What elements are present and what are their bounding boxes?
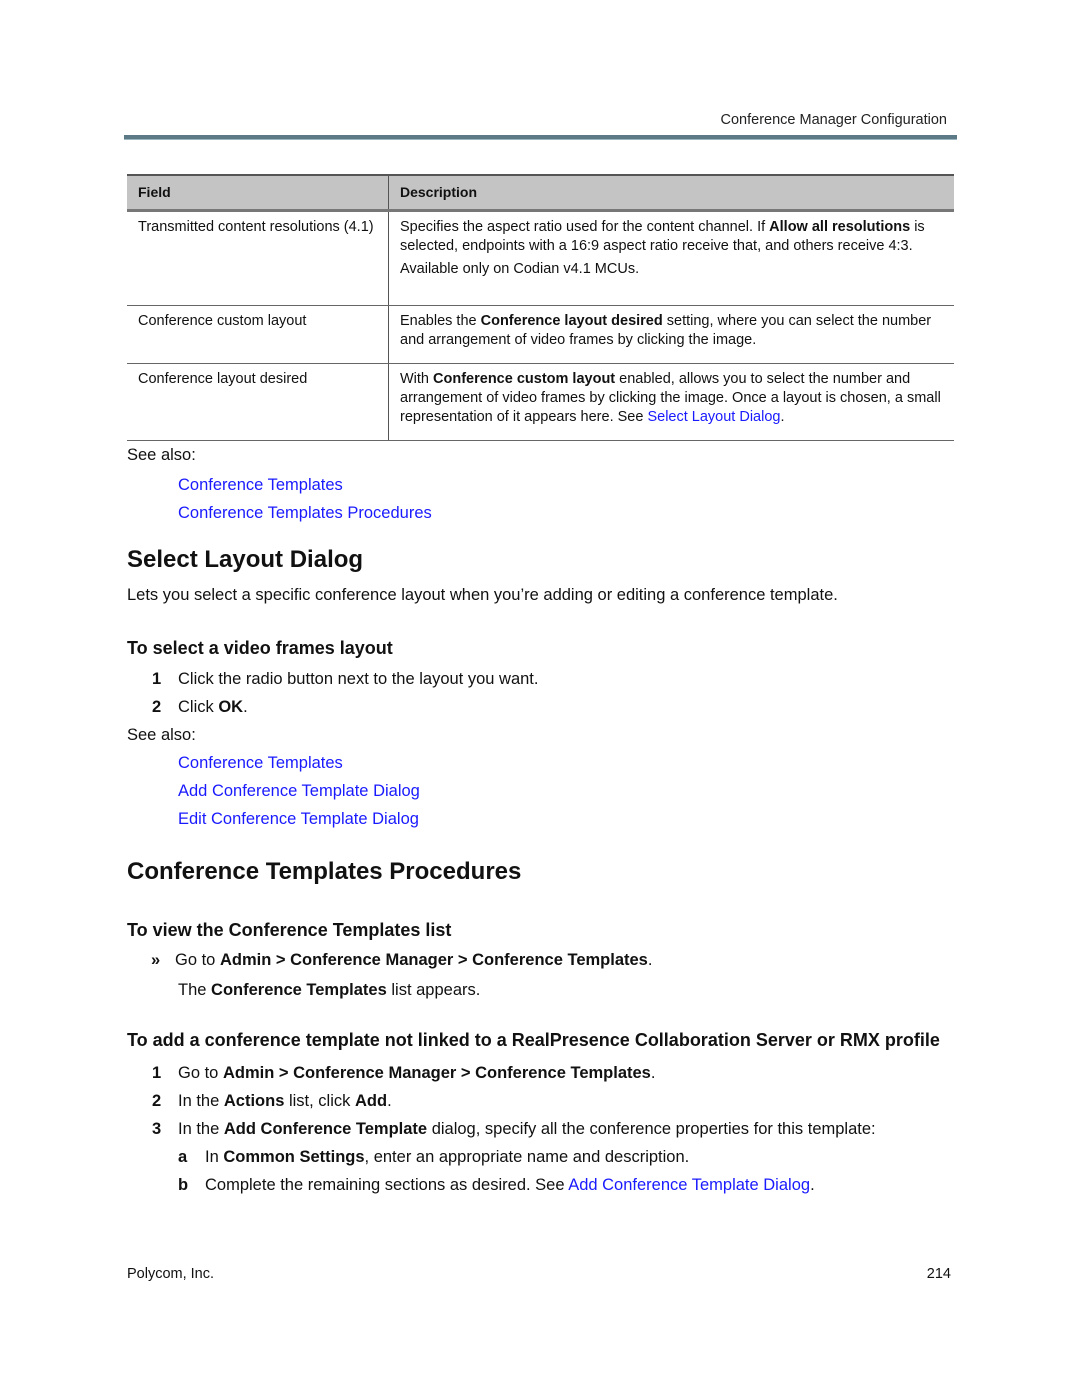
bold-term: Conference layout desired — [480, 313, 663, 329]
footer-page-number: 214 — [926, 1266, 951, 1282]
step-text: Click the radio button next to the layou… — [178, 670, 539, 688]
step-text: The — [178, 981, 212, 999]
menu-path: Admin > Conference Manager > Conference … — [219, 951, 648, 969]
procedure-step: 2 Click OK. — [127, 693, 957, 721]
header-rule — [124, 135, 957, 140]
procedure-step: 1 Go to Admin > Conference Manager > Conf… — [127, 1059, 957, 1087]
step-result: The Conference Templates list appears. — [127, 975, 957, 1005]
step-text: . — [647, 951, 653, 969]
step-text: . — [810, 1176, 815, 1194]
step-text: Go to — [175, 951, 220, 969]
step-text: list appears. — [386, 981, 481, 999]
procedure-title-add-template: To add a conference template not linked … — [127, 1030, 940, 1050]
footer-company: Polycom, Inc. — [127, 1266, 215, 1282]
step-number: 1 — [152, 1064, 162, 1082]
step-number: 1 — [152, 670, 162, 688]
see-also-item: Edit Conference Template Dialog — [127, 805, 957, 833]
ok-term: OK — [218, 698, 244, 716]
add-conference-template-dialog-link[interactable]: Add Conference Template Dialog — [178, 782, 420, 800]
bullet-icon: » — [151, 951, 161, 969]
edit-conference-template-dialog-link[interactable]: Edit Conference Template Dialog — [178, 810, 419, 828]
field-cell: Transmitted content resolutions (4.1) — [127, 210, 389, 306]
table-header-row: Field Description — [127, 174, 954, 212]
see-also-label: See also: — [127, 446, 196, 464]
step-text: Complete the remaining sections as desir… — [205, 1176, 569, 1194]
column-header-description: Description — [388, 174, 954, 212]
step-text: In — [205, 1148, 224, 1166]
step-text: . — [387, 1092, 392, 1110]
select-layout-section: Select Layout Dialog Lets you select a s… — [127, 545, 957, 833]
field-cell: Conference layout desired — [127, 363, 389, 441]
step-text: list, click — [284, 1092, 355, 1110]
section-title-procedures: Conference Templates Procedures — [127, 858, 522, 885]
step-number: 2 — [152, 1092, 162, 1110]
step-text: Go to — [178, 1064, 223, 1082]
text: Specifies the aspect ratio used for the … — [400, 219, 770, 235]
procedure-step: 1 Click the radio button next to the layo… — [127, 665, 957, 693]
table-row: Conference custom layout Enables the Con… — [127, 305, 954, 364]
table-row: Transmitted content resolutions (4.1) Sp… — [127, 210, 954, 306]
field-description-table: Field Description Transmitted content re… — [127, 174, 954, 441]
step-number: 2 — [152, 698, 162, 716]
bold-term: Conference custom layout — [433, 371, 616, 387]
description-cell: Enables the Conference layout desired se… — [388, 305, 954, 364]
procedure-title-view-list: To view the Conference Templates list — [127, 920, 452, 940]
step-text: , enter an appropriate name and descript… — [364, 1148, 690, 1166]
text: With — [400, 371, 434, 387]
see-also-item: Conference Templates Procedures — [127, 499, 957, 527]
bold-term: Allow all resolutions — [769, 219, 911, 235]
step-text: . — [243, 698, 248, 716]
procedure-step: 2 In the Actions list, click Add. — [127, 1087, 957, 1115]
bold-term: Conference Templates — [211, 981, 387, 999]
procedure-step: » Go to Admin > Conference Manager > Conf… — [127, 945, 957, 975]
procedure-title-select-frames: To select a video frames layout — [127, 638, 393, 658]
procedures-section: Conference Templates Procedures To view … — [127, 857, 957, 1199]
see-also-item: Conference Templates — [127, 749, 957, 777]
conference-templates-link[interactable]: Conference Templates — [178, 476, 343, 494]
step-text: Click — [178, 698, 219, 716]
step-letter: a — [178, 1148, 188, 1166]
description-cell: With Conference custom layout enabled, a… — [388, 363, 954, 441]
table-row: Conference layout desired With Conferenc… — [127, 363, 954, 441]
step-text: In the — [178, 1092, 224, 1110]
field-cell: Conference custom layout — [127, 305, 389, 364]
step-text: In the — [178, 1120, 224, 1138]
see-also-item: Conference Templates — [127, 471, 957, 499]
see-also-label: See also: — [127, 726, 196, 744]
bold-term: Add Conference Template — [223, 1120, 428, 1138]
bold-term: Common Settings — [223, 1148, 365, 1166]
procedure-substep: a In Common Settings, enter an appropriat… — [127, 1143, 957, 1171]
select-layout-intro: Lets you select a specific conference la… — [127, 586, 838, 604]
bold-term: Actions — [223, 1092, 285, 1110]
running-header-title: Conference Manager Configuration — [720, 112, 948, 128]
step-text: . — [650, 1064, 656, 1082]
text: . — [780, 409, 785, 425]
step-text: dialog, specify all the conference prope… — [427, 1120, 876, 1138]
select-layout-dialog-link[interactable]: Select Layout Dialog — [647, 409, 780, 425]
step-number: 3 — [152, 1120, 162, 1138]
description-cell: Specifies the aspect ratio used for the … — [388, 210, 954, 306]
step-letter: b — [178, 1176, 189, 1194]
bold-term: Add — [354, 1092, 388, 1110]
availability-note: Available only on Codian v4.1 MCUs. — [400, 261, 640, 277]
add-conference-template-dialog-link[interactable]: Add Conference Template Dialog — [568, 1176, 810, 1194]
procedure-step: 3 In the Add Conference Template dialog, … — [127, 1115, 957, 1143]
section-title-select-layout: Select Layout Dialog — [127, 546, 364, 573]
procedure-substep: b Complete the remaining sections as desi… — [127, 1171, 957, 1199]
column-header-field: Field — [127, 174, 389, 212]
text: Enables the — [400, 313, 481, 329]
see-also-item: Add Conference Template Dialog — [127, 777, 957, 805]
conference-templates-procedures-link[interactable]: Conference Templates Procedures — [178, 504, 432, 522]
menu-path: Admin > Conference Manager > Conference … — [222, 1064, 651, 1082]
conference-templates-link[interactable]: Conference Templates — [178, 754, 343, 772]
see-also-section-1: See also: Conference Templates Conferenc… — [127, 444, 957, 527]
